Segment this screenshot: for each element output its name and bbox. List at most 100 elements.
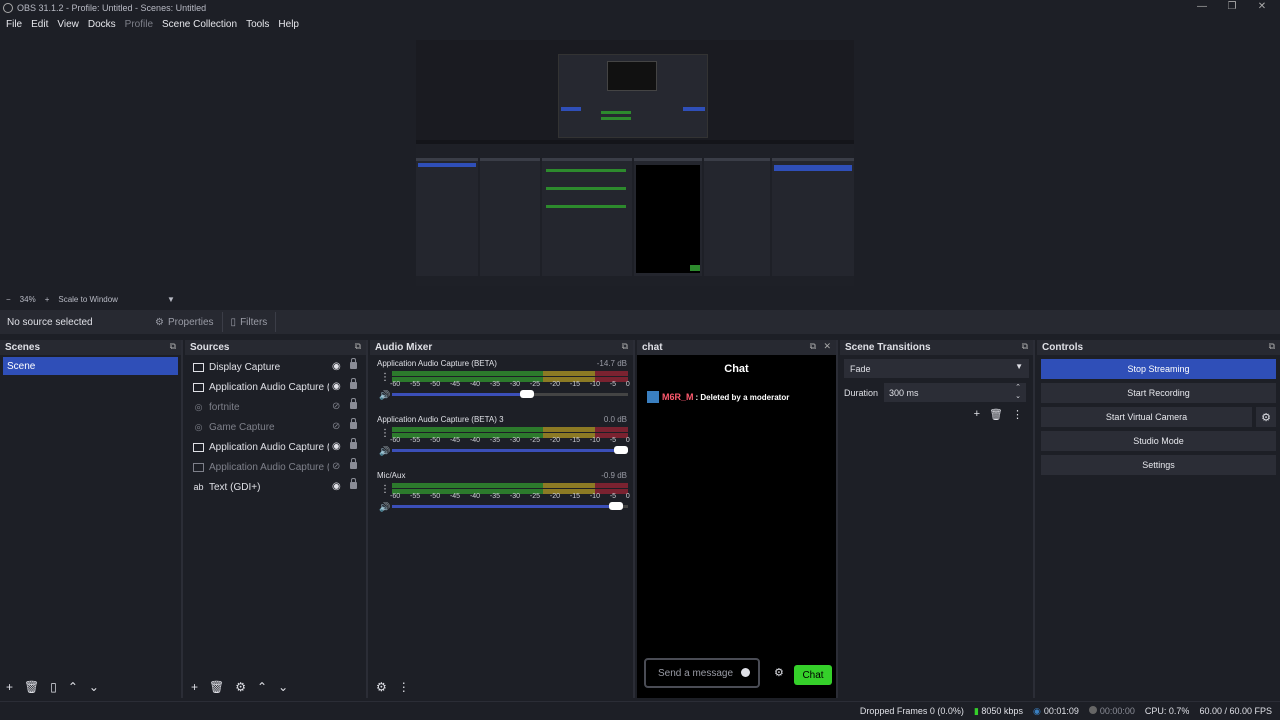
- menu-docks[interactable]: Docks: [88, 19, 116, 30]
- filters-button[interactable]: ▯ Filters: [223, 312, 277, 332]
- volume-slider-thumb[interactable]: [520, 390, 534, 398]
- properties-button[interactable]: ⚙ Properties: [147, 312, 223, 332]
- settings-button[interactable]: Settings: [1041, 455, 1276, 475]
- source-item[interactable]: Application Audio Capture (BETA) 2 ⊘: [185, 457, 366, 477]
- transition-select[interactable]: Fade ▼: [844, 359, 1029, 378]
- chevron-down-icon[interactable]: ▼: [167, 295, 175, 304]
- trash-icon[interactable]: 🗑: [24, 680, 39, 694]
- start-virtual-camera-button[interactable]: Start Virtual Camera: [1041, 407, 1252, 427]
- restore-icon[interactable]: ❐: [1216, 0, 1248, 15]
- eye-hidden-icon[interactable]: ⊘: [332, 421, 340, 432]
- volume-slider[interactable]: [392, 502, 628, 510]
- close-icon[interactable]: ✕: [1246, 0, 1278, 15]
- advanced-audio-icon[interactable]: ⚙: [376, 680, 387, 694]
- source-item[interactable]: Display Capture ◉: [185, 357, 366, 377]
- menu-edit[interactable]: Edit: [31, 19, 48, 30]
- speaker-icon[interactable]: 🔊: [379, 390, 390, 401]
- trash-icon[interactable]: 🗑: [989, 408, 1003, 421]
- source-item[interactable]: Application Audio Capture (BETA) 3 ◉: [185, 437, 366, 457]
- add-icon[interactable]: +: [974, 408, 980, 421]
- studio-mode-button[interactable]: Studio Mode: [1041, 431, 1276, 451]
- kebab-icon[interactable]: ⋮: [380, 372, 390, 383]
- stream-icon: ◉: [1032, 705, 1041, 716]
- gamepad-icon: ◎: [194, 421, 203, 432]
- lock-icon[interactable]: [350, 438, 357, 449]
- lock-icon[interactable]: [350, 458, 357, 469]
- menu-view[interactable]: View: [57, 19, 79, 30]
- lock-icon[interactable]: [350, 418, 357, 429]
- source-item[interactable]: Application Audio Capture (BETA) ◉: [185, 377, 366, 397]
- emoji-icon[interactable]: [741, 668, 750, 677]
- volume-slider-thumb[interactable]: [609, 502, 623, 510]
- volume-slider[interactable]: [392, 446, 628, 454]
- speaker-icon[interactable]: 🔊: [379, 502, 390, 513]
- controls-title: Controls: [1042, 342, 1084, 353]
- gear-icon[interactable]: ⚙: [235, 680, 246, 694]
- chat-settings-icon[interactable]: ⚙: [774, 666, 784, 679]
- program-preview[interactable]: [416, 40, 854, 286]
- source-label: Display Capture: [209, 361, 281, 373]
- source-item[interactable]: ◎ Game Capture ⊘: [185, 417, 366, 437]
- lock-icon[interactable]: [350, 478, 357, 489]
- speaker-icon[interactable]: 🔊: [379, 446, 390, 457]
- eye-icon[interactable]: ◉: [332, 481, 341, 492]
- move-up-icon[interactable]: ⌃: [257, 680, 267, 694]
- chat-send-button[interactable]: Chat: [794, 665, 832, 685]
- undock-icon[interactable]: ⧉: [622, 341, 628, 352]
- menu-scene-collection[interactable]: Scene Collection: [162, 19, 237, 30]
- move-down-icon[interactable]: ⌄: [278, 680, 288, 694]
- controls-header: Controls ⧉: [1037, 340, 1280, 355]
- menu-tools[interactable]: Tools: [246, 19, 269, 30]
- eye-icon[interactable]: ◉: [332, 381, 341, 392]
- window-icon: [193, 442, 204, 452]
- eye-icon[interactable]: ◉: [332, 441, 341, 452]
- meter-tick: -30: [509, 493, 521, 500]
- move-up-icon[interactable]: ⌃: [68, 680, 78, 694]
- undock-icon[interactable]: ⧉: [1022, 341, 1028, 352]
- menu-profile[interactable]: Profile: [125, 19, 153, 30]
- stop-streaming-button[interactable]: Stop Streaming: [1041, 359, 1276, 379]
- zoom-in-button[interactable]: +: [45, 295, 50, 304]
- lock-icon[interactable]: [350, 398, 357, 409]
- duration-spinbox[interactable]: 300 ms ⌃ ⌄: [884, 383, 1027, 402]
- kebab-icon[interactable]: ⋮: [398, 680, 410, 694]
- lock-icon[interactable]: [350, 358, 357, 369]
- record-time: 00:00:00: [1099, 706, 1135, 716]
- undock-icon[interactable]: ⧉: [1269, 341, 1275, 352]
- lock-icon[interactable]: [350, 378, 357, 389]
- eye-icon[interactable]: ◉: [332, 361, 341, 372]
- menu-help[interactable]: Help: [278, 19, 299, 30]
- eye-hidden-icon[interactable]: ⊘: [332, 461, 340, 472]
- chat-username[interactable]: M6R_M: [662, 392, 694, 402]
- start-recording-button[interactable]: Start Recording: [1041, 383, 1276, 403]
- undock-icon[interactable]: ⧉: [810, 341, 816, 352]
- preview-mini-scenes: [416, 158, 478, 276]
- virtual-camera-settings-icon[interactable]: ⚙: [1256, 407, 1276, 427]
- undock-icon[interactable]: ⧉: [170, 341, 176, 352]
- add-icon[interactable]: +: [6, 680, 13, 694]
- chat-input[interactable]: Send a message: [644, 658, 760, 688]
- volume-slider[interactable]: [392, 390, 628, 398]
- meter-tick: -30: [509, 437, 521, 444]
- scene-item[interactable]: Scene: [3, 357, 178, 375]
- source-item[interactable]: ab Text (GDI+) ◉: [185, 477, 366, 497]
- scale-mode-label[interactable]: Scale to Window: [58, 295, 118, 304]
- kebab-icon[interactable]: ⋮: [380, 428, 390, 439]
- volume-slider-thumb[interactable]: [614, 446, 628, 454]
- filter-icon: ▯: [230, 316, 237, 328]
- trash-icon[interactable]: 🗑: [209, 680, 224, 694]
- source-item[interactable]: ◎ fortnite ⊘: [185, 397, 366, 417]
- kebab-icon[interactable]: ⋮: [380, 484, 390, 495]
- spin-arrows-icon[interactable]: ⌃ ⌄: [1015, 383, 1021, 401]
- scene-filters-icon[interactable]: ▯: [50, 680, 57, 694]
- undock-icon[interactable]: ⧉: [355, 341, 361, 352]
- add-icon[interactable]: +: [191, 680, 198, 694]
- minimize-icon[interactable]: —: [1186, 0, 1218, 15]
- move-down-icon[interactable]: ⌄: [89, 680, 99, 694]
- eye-hidden-icon[interactable]: ⊘: [332, 401, 340, 412]
- zoom-out-button[interactable]: −: [6, 295, 11, 304]
- kebab-icon[interactable]: ⋮: [1012, 408, 1023, 421]
- source-label: Text (GDI+): [209, 481, 261, 493]
- close-icon[interactable]: ✕: [823, 341, 831, 352]
- menu-file[interactable]: File: [6, 19, 22, 30]
